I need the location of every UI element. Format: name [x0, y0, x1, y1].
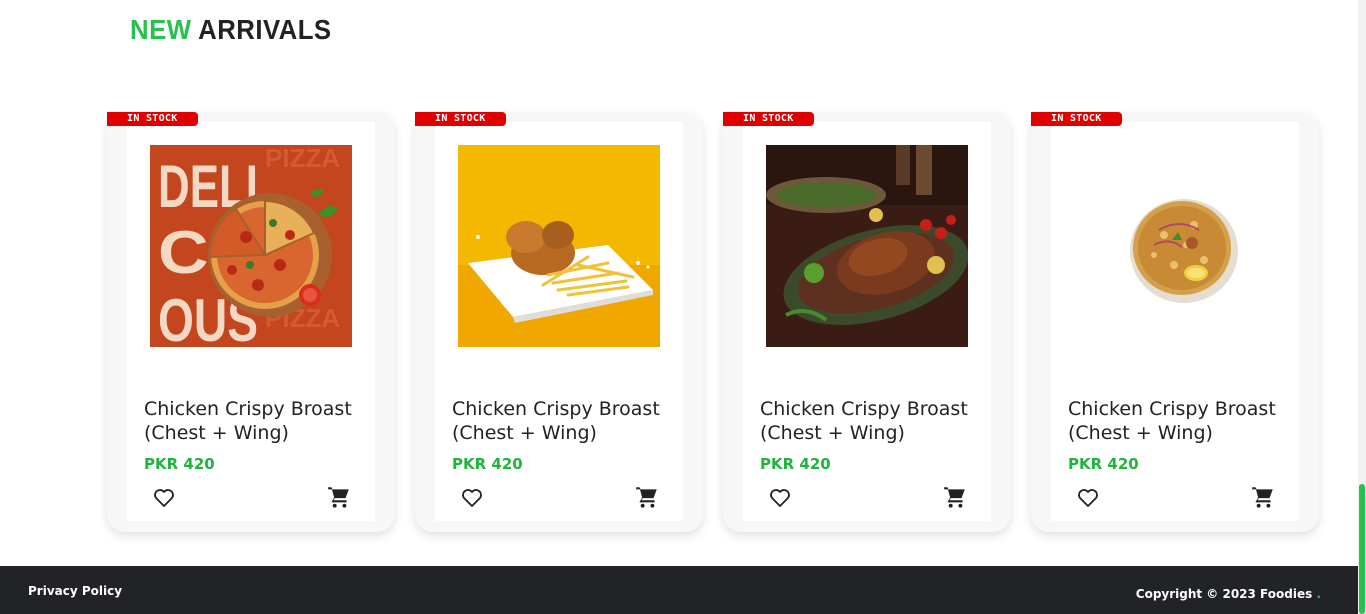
card-body: Chicken Crispy Broast (Chest + Wing) PKR… [1051, 122, 1299, 521]
product-title[interactable]: Chicken Crispy Broast (Chest + Wing) [1068, 397, 1293, 445]
copyright-text: Copyright © 2023 Foodies . [1136, 587, 1321, 601]
pizza-side-text: PIZZA [265, 145, 340, 173]
product-title[interactable]: Chicken Crispy Broast (Chest + Wing) [760, 397, 985, 445]
heart-icon[interactable] [768, 486, 792, 510]
product-card[interactable]: Chicken Crispy Broast (Chest + Wing) PKR… [723, 112, 1011, 532]
site-footer: Privacy Policy Copyright © 2023 Foodies … [0, 566, 1358, 614]
cart-icon[interactable] [634, 484, 660, 510]
product-price: PKR 420 [452, 455, 523, 473]
section-heading: NEW ARRIVALS [130, 14, 332, 46]
copyright-label: Copyright © 2023 Foodies [1135, 587, 1313, 601]
cart-icon[interactable] [1250, 484, 1276, 510]
card-body: Chicken Crispy Broast (Chest + Wing) PKR… [435, 122, 683, 521]
product-card[interactable]: Chicken Crispy Broast (Chest + Wing) PKR… [1031, 112, 1319, 532]
product-price: PKR 420 [144, 455, 215, 473]
product-card[interactable]: PIZZA PIZZA DELI CI OUS Chicken Crispy B… [107, 112, 395, 532]
cart-icon[interactable] [326, 484, 352, 510]
product-price: PKR 420 [760, 455, 831, 473]
stock-badge: IN STOCK [723, 112, 814, 126]
privacy-policy-link[interactable]: Privacy Policy [28, 584, 122, 598]
card-body: PIZZA PIZZA DELI CI OUS Chicken Crispy B… [127, 122, 375, 521]
page: NEW ARRIVALS PIZZA PIZZA DELI CI OUS Chi… [0, 0, 1366, 614]
product-image-fried-chicken[interactable] [458, 145, 660, 347]
product-title[interactable]: Chicken Crispy Broast (Chest + Wing) [144, 397, 369, 445]
heart-icon[interactable] [1076, 486, 1100, 510]
heart-icon[interactable] [460, 486, 484, 510]
cart-icon[interactable] [942, 484, 968, 510]
card-body: Chicken Crispy Broast (Chest + Wing) PKR… [743, 122, 991, 521]
heart-icon[interactable] [152, 486, 176, 510]
copyright-dot: . [1316, 587, 1321, 601]
product-title[interactable]: Chicken Crispy Broast (Chest + Wing) [452, 397, 677, 445]
product-card[interactable]: Chicken Crispy Broast (Chest + Wing) PKR… [415, 112, 703, 532]
stock-badge: IN STOCK [107, 112, 198, 126]
product-image-pizza[interactable]: PIZZA PIZZA DELI CI OUS [150, 145, 352, 347]
scrollbar-thumb[interactable] [1359, 484, 1365, 614]
stock-badge: IN STOCK [1031, 112, 1122, 126]
vertical-scrollbar[interactable] [1358, 0, 1366, 614]
stock-badge: IN STOCK [415, 112, 506, 126]
product-grid: PIZZA PIZZA DELI CI OUS Chicken Crispy B… [107, 112, 1319, 532]
product-image-biryani[interactable] [1074, 145, 1276, 347]
product-price: PKR 420 [1068, 455, 1139, 473]
heading-rest: ARRIVALS [191, 14, 332, 45]
heading-accent: NEW [130, 14, 192, 45]
product-image-roast-chicken[interactable] [766, 145, 968, 347]
